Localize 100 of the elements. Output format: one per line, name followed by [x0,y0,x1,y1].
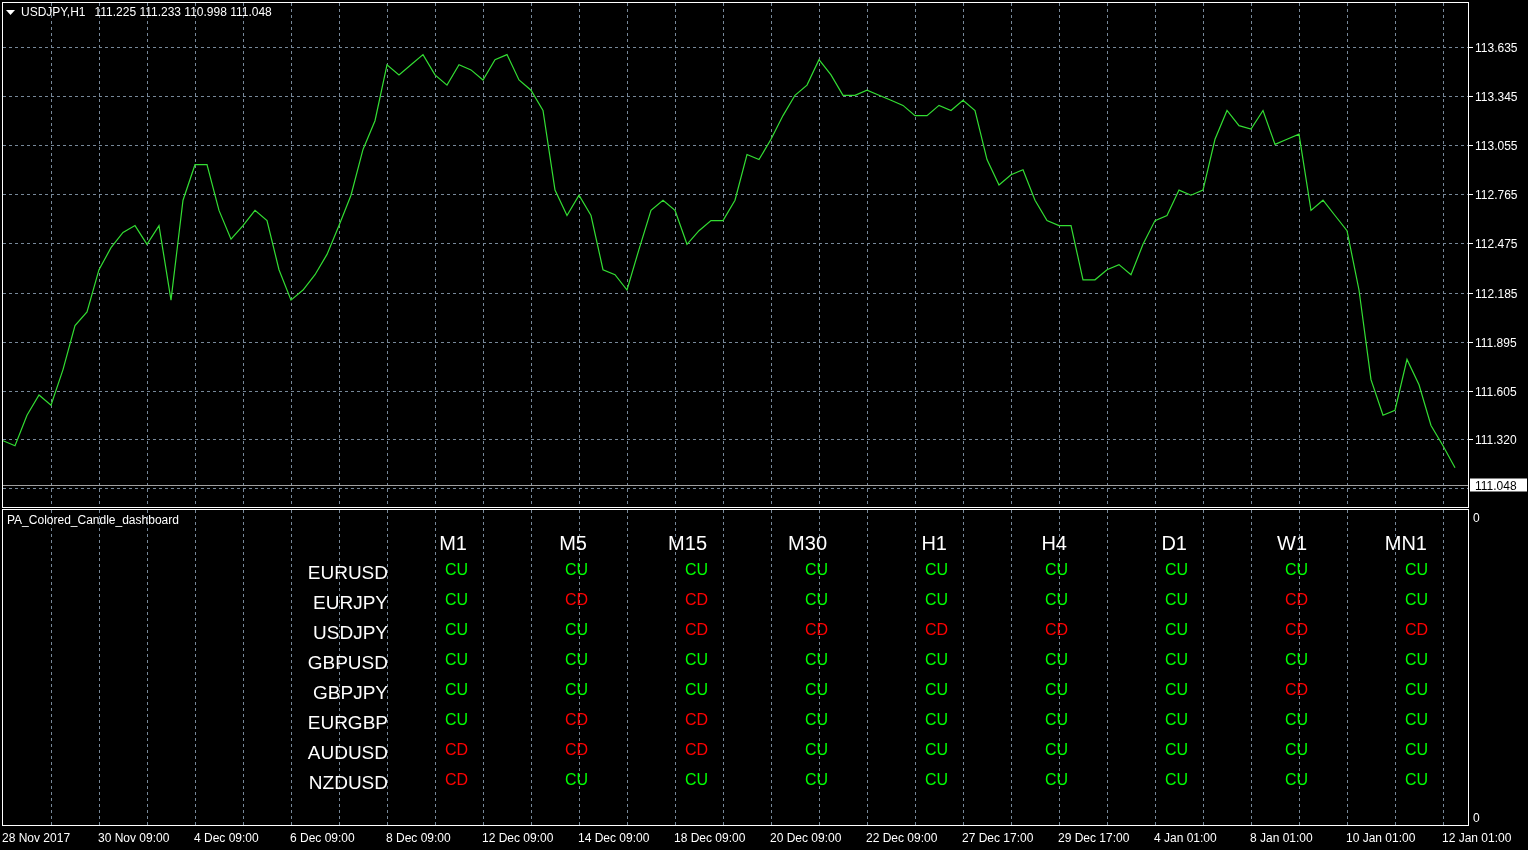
signal-label: CU [805,771,829,789]
signal-label: CU [1045,591,1069,609]
signal-label: CU [1405,681,1429,699]
signal-label: CD [1045,621,1069,639]
signal-label: CU [805,561,829,579]
signal-label: CU [445,711,469,729]
signal-label: CU [1165,741,1189,759]
signal-label: CD [565,711,589,729]
time-axis-label: 20 Dec 09:00 [770,831,843,845]
price-axis-label: 112.765 [1475,187,1518,202]
signal-label: CD [805,621,829,639]
signal-label: CU [925,681,949,699]
signal-label: CD [565,591,589,609]
signal-label: CU [1045,711,1069,729]
signal-label: CU [925,651,949,669]
price-axis-label: 112.185 [1475,286,1518,301]
time-axis-label: 18 Dec 09:00 [674,831,747,845]
signal-label: CD [1285,621,1309,639]
signal-label: CU [445,621,469,639]
signal-label: CU [685,771,709,789]
signal-label: CU [805,591,829,609]
signal-label: CU [1405,561,1429,579]
symbol-label: NZDUSD [308,772,388,794]
signal-label: CU [445,681,469,699]
indicator-title: PA_Colored_Candle_dashboard [7,513,179,527]
signal-label: CU [1165,681,1189,699]
price-axis-label: 113.345 [1475,89,1518,104]
time-axis-label: 27 Dec 17:00 [962,831,1035,845]
signal-label: CU [805,681,829,699]
timeframe-header: M1 [439,531,468,555]
signal-label: CD [445,741,469,759]
signal-label: CU [1045,741,1069,759]
time-axis-label: 4 Dec 09:00 [194,831,260,845]
signal-label: CU [805,651,829,669]
signal-label: CU [445,561,469,579]
time-axis-label: 14 Dec 09:00 [578,831,651,845]
indicator-axis-label: 0 [1473,511,1480,525]
timeframe-header: W1 [1277,531,1308,555]
time-axis-label: 4 Jan 01:00 [1154,831,1218,845]
chart-symbol: USDJPY,H1 [21,5,86,19]
signal-label: CU [1285,741,1309,759]
signal-label: CU [1165,561,1189,579]
signal-label: CD [685,621,709,639]
signal-label: CD [925,621,949,639]
timeframe-header: M5 [559,531,588,555]
timeframe-header: M15 [668,531,708,555]
signal-label: CU [1045,561,1069,579]
symbol-label: EURUSD [307,562,388,584]
signal-label: CD [1405,621,1429,639]
signal-label: CU [1405,771,1429,789]
timeframe-header: H4 [1041,531,1068,555]
price-axis-label: 112.475 [1475,236,1518,251]
ref-line-label: 111.048 [1475,478,1517,493]
price-axis-label: 113.635 [1475,40,1518,55]
signal-label: CU [1045,651,1069,669]
symbol-label: EURGBP [307,712,388,734]
timeframe-header: M30 [788,531,828,555]
signal-label: CU [925,771,949,789]
time-axis-label: 10 Jan 01:00 [1346,831,1417,845]
signal-label: CU [1165,651,1189,669]
signal-label: CU [925,741,949,759]
price-axis-label: 111.605 [1475,384,1517,399]
time-axis-label: 28 Nov 2017 [2,831,72,845]
signal-label: CU [565,621,589,639]
signal-label: CU [1285,651,1309,669]
signal-label: CU [1285,771,1309,789]
timeframe-header: MN1 [1384,531,1428,555]
symbol-label: GBPJPY [313,682,388,704]
signal-label: CD [685,711,709,729]
signal-label: CU [685,681,709,699]
signal-label: CU [1045,681,1069,699]
price-axis-label: 113.055 [1475,138,1518,153]
signal-label: CD [1285,681,1309,699]
signal-label: CU [445,591,469,609]
signal-label: CU [1405,651,1429,669]
signal-label: CU [925,561,949,579]
signal-label: CU [565,771,589,789]
signal-label: CU [1285,711,1309,729]
symbol-label: USDJPY [313,622,388,644]
time-axis-label: 8 Dec 09:00 [386,831,452,845]
indicator-axis-label: 0 [1473,811,1480,825]
signal-label: CU [1165,711,1189,729]
signal-label: CU [1405,741,1429,759]
time-axis-label: 29 Dec 17:00 [1058,831,1131,845]
signal-label: CU [685,561,709,579]
time-axis-label: 8 Jan 01:00 [1250,831,1314,845]
signal-label: CD [445,771,469,789]
time-axis-label: 22 Dec 09:00 [866,831,939,845]
signal-label: CU [565,651,589,669]
dropdown-triangle-icon[interactable] [6,9,15,15]
symbol-label: GBPUSD [307,652,388,674]
signal-label: CU [1045,771,1069,789]
signal-label: CD [1285,591,1309,609]
signal-label: CU [445,651,469,669]
ohlc-quote: 111.225 111.233 110.998 111.048 [94,5,272,19]
time-axis-label: 30 Nov 09:00 [98,831,171,845]
current-price-label: 111.048 [1470,478,1527,493]
signal-label: CU [1405,711,1429,729]
signal-label: CU [805,711,829,729]
price-axis-label: 111.320 [1475,432,1517,447]
